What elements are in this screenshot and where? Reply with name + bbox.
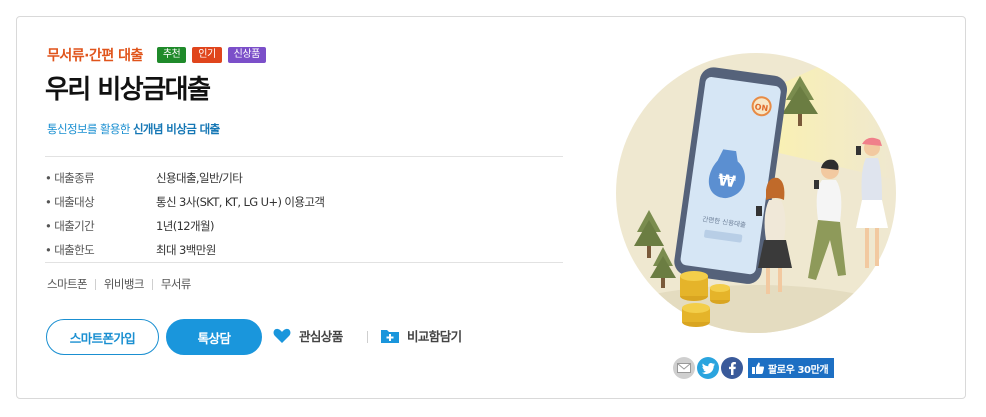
- talk-consult-button[interactable]: 톡상담: [166, 319, 262, 355]
- spec-row: 대출기간 1년(12개월): [45, 214, 563, 238]
- spec-value: 1년(12개월): [156, 219, 214, 233]
- badge-new: 신상품: [227, 47, 266, 63]
- tag-separator: [151, 278, 153, 290]
- compare-button[interactable]: 비교함담기: [381, 326, 462, 345]
- loan-illustration: ON ₩ 간편한 신용대출: [616, 53, 896, 333]
- product-subtitle: 통신정보를 활용한 신개념 비상금 대출: [47, 121, 220, 137]
- tag-smartphone: 스마트폰: [47, 277, 88, 291]
- spec-row: 대출대상 통신 3사(SKT, KT, LG U+) 이용고객: [45, 190, 563, 214]
- divider-top: [45, 156, 563, 157]
- follow-label: 팔로우 30만개: [768, 364, 829, 376]
- heart-icon: [273, 328, 291, 344]
- spec-value: 신용대출,일반/기타: [156, 171, 243, 185]
- svg-text:₩: ₩: [717, 170, 737, 191]
- spec-label: 대출종류: [45, 170, 156, 186]
- badge-popular: 인기: [192, 47, 222, 63]
- subtitle-emphasis: 신개념 비상금 대출: [132, 122, 220, 136]
- thumbs-up-icon: [752, 362, 764, 374]
- product-header: 무서류·간편 대출 추천 인기 신상품: [47, 45, 266, 65]
- follow-button[interactable]: 팔로우 30만개: [748, 358, 835, 378]
- spec-value: 최대 3백만원: [156, 243, 216, 257]
- product-title: 우리 비상금대출: [45, 75, 211, 105]
- product-card: 무서류·간편 대출 추천 인기 신상품 우리 비상금대출 통신정보를 활용한 신…: [16, 16, 966, 399]
- spec-label: 대출기간: [45, 218, 156, 234]
- divider-bottom: [45, 262, 563, 263]
- subtitle-prefix: 통신정보를 활용한: [47, 122, 133, 136]
- twitter-icon[interactable]: [697, 357, 719, 379]
- mail-icon[interactable]: [673, 357, 695, 379]
- tag-wibee-bank: 위비뱅크: [103, 277, 145, 291]
- product-category: 무서류·간편 대출: [47, 48, 143, 64]
- badge-recommended: 추천: [156, 47, 187, 63]
- spec-value: 통신 3사(SKT, KT, LG U+) 이용고객: [156, 195, 325, 209]
- spec-row: 대출한도 최대 3백만원: [45, 238, 563, 262]
- share-bar: 팔로우 30만개: [673, 357, 835, 379]
- svg-text:ON: ON: [754, 102, 769, 113]
- folder-plus-icon: [381, 328, 399, 343]
- tag-list: 스마트폰 위비뱅크 무서류: [47, 276, 191, 292]
- spec-label: 대출대상: [45, 194, 156, 210]
- spec-list: 대출종류 신용대출,일반/기타 대출대상 통신 3사(SKT, KT, LG U…: [45, 166, 563, 262]
- action-separator: [367, 331, 368, 343]
- spec-row: 대출종류 신용대출,일반/기타: [45, 166, 563, 190]
- favorite-label: 관심상품: [299, 329, 343, 344]
- tag-separator: [94, 278, 96, 290]
- spec-label: 대출한도: [45, 242, 156, 258]
- compare-label: 비교함담기: [407, 329, 462, 344]
- favorite-button[interactable]: 관심상품: [273, 326, 343, 345]
- facebook-icon[interactable]: [721, 357, 743, 379]
- tag-paperless: 무서류: [160, 277, 192, 291]
- smartphone-join-button[interactable]: 스마트폰가입: [46, 319, 159, 355]
